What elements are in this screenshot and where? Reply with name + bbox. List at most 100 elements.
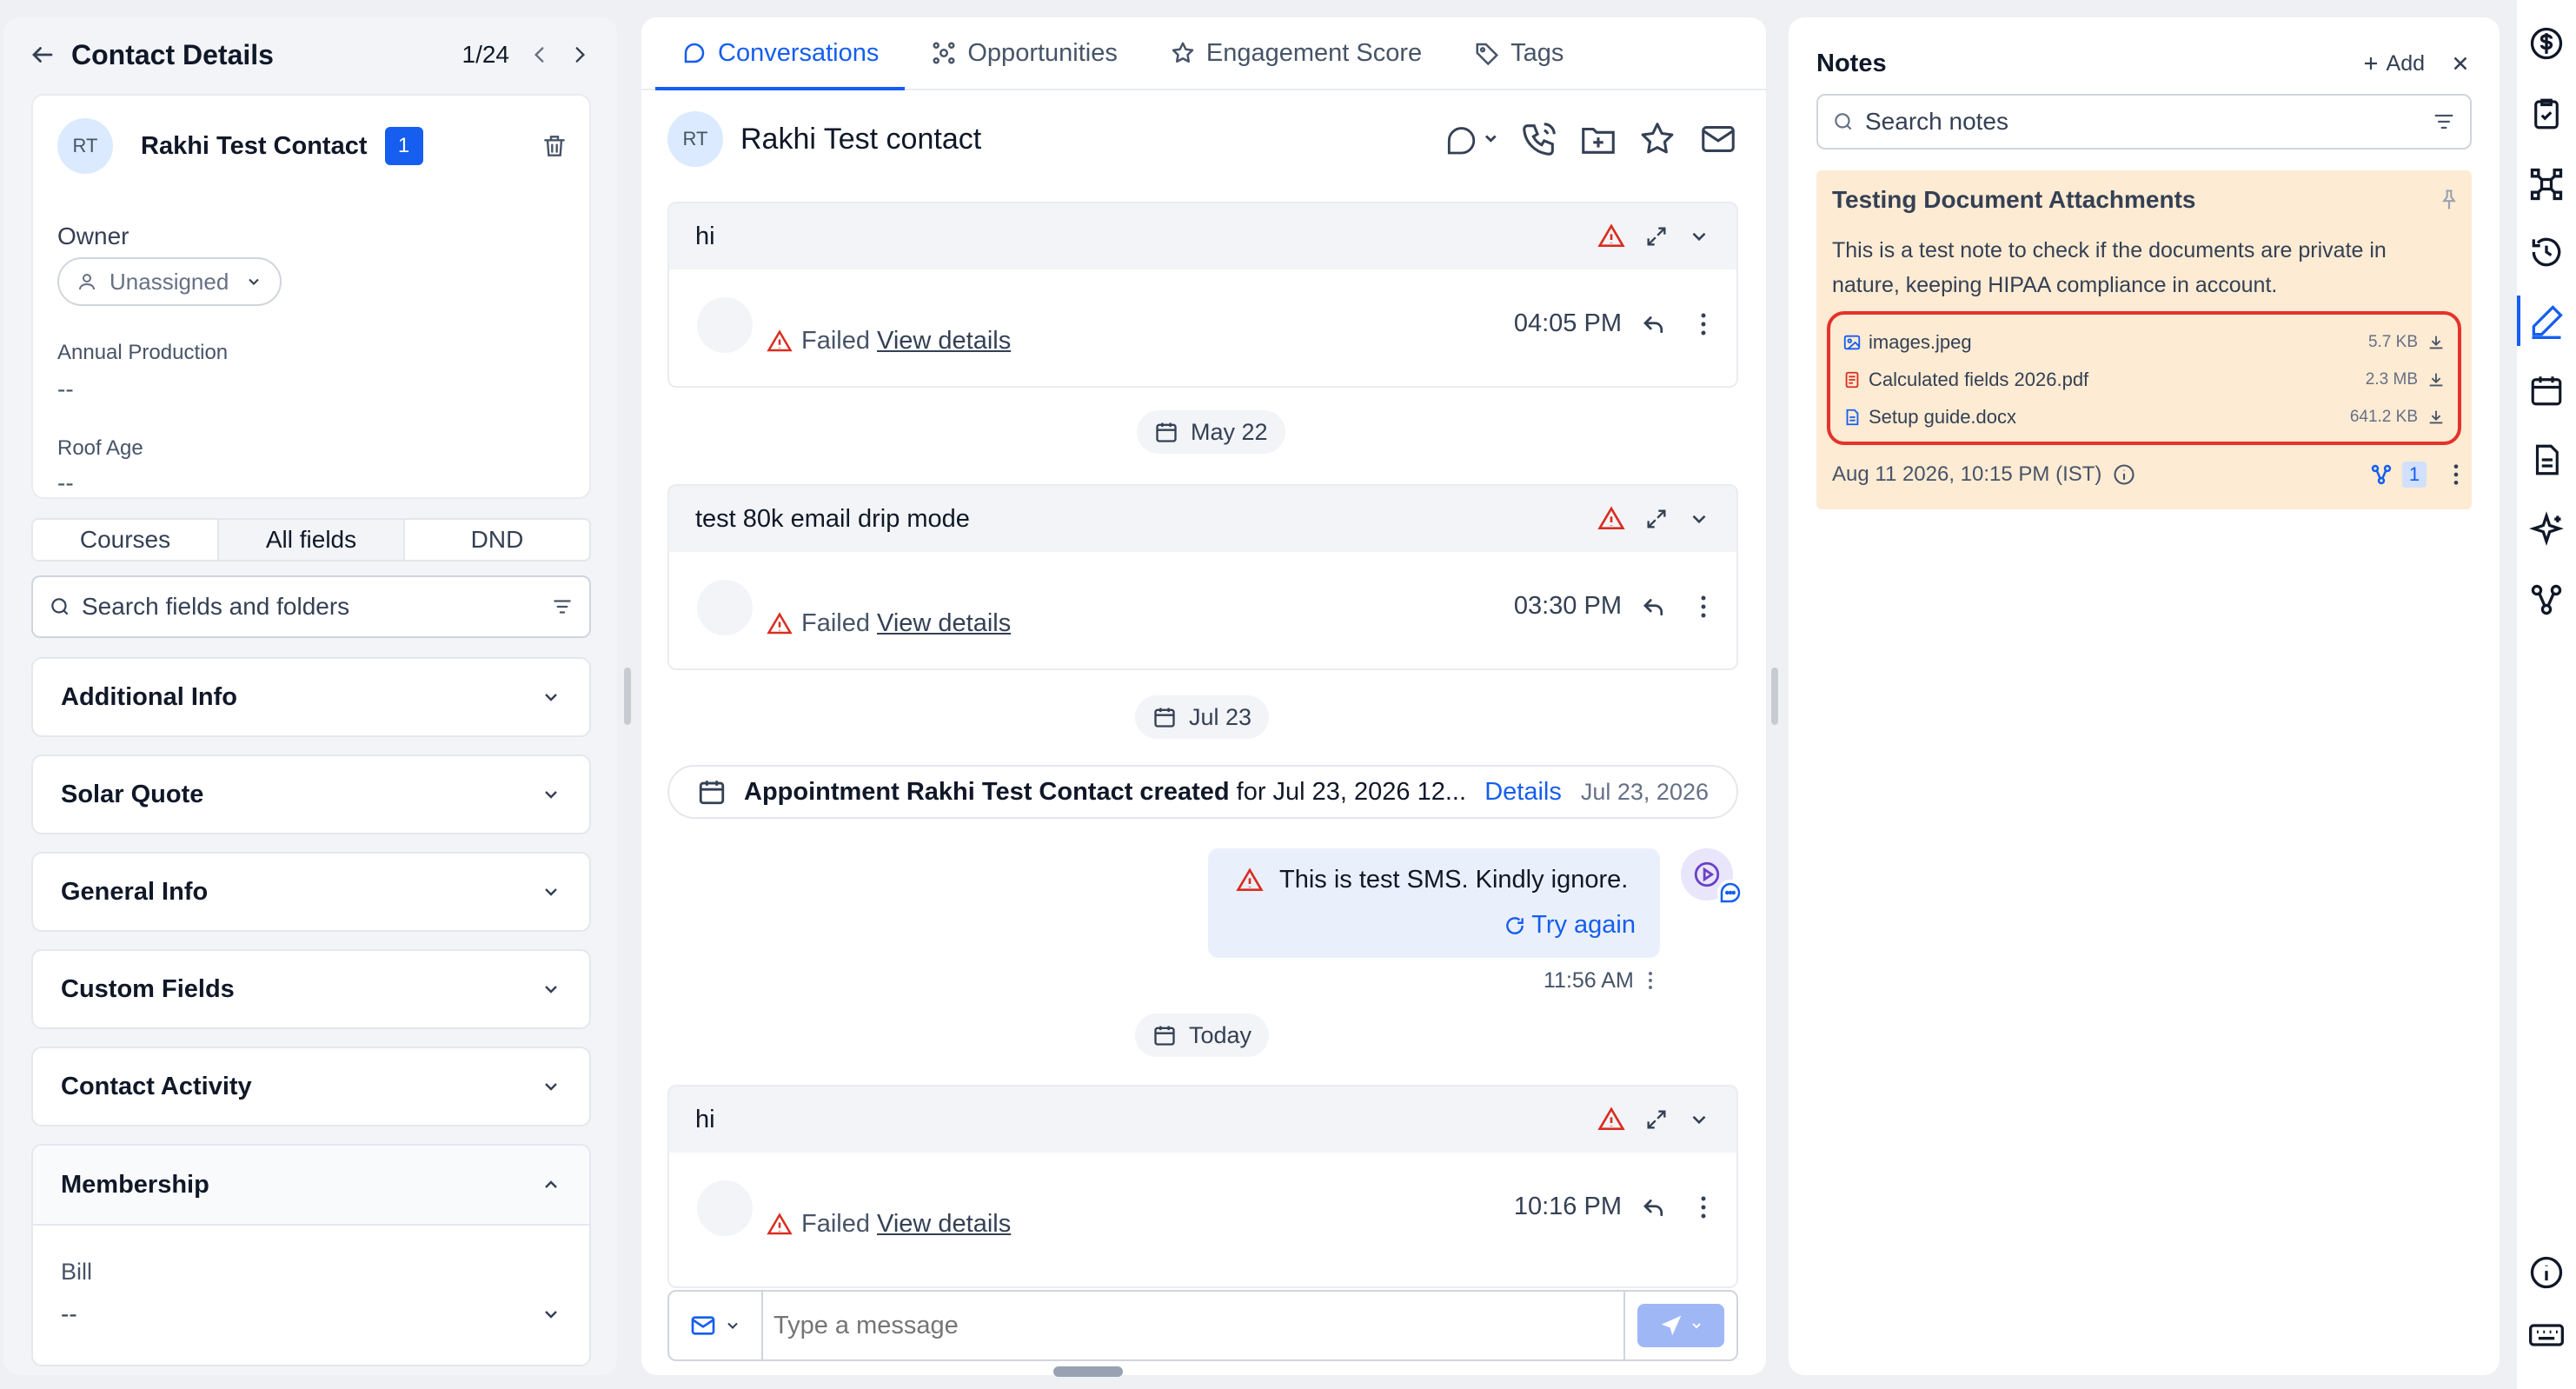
section-contact-activity[interactable]: Contact Activity <box>31 1047 591 1126</box>
attachment-item[interactable]: images.jpeg 5.7 KB <box>1842 323 2446 361</box>
chevron-down-icon <box>724 1317 741 1334</box>
message-header[interactable]: hi <box>669 203 1736 269</box>
workflow-count-badge: 1 <box>2402 462 2427 488</box>
view-details-link[interactable]: View details <box>877 327 1011 356</box>
reply-icon[interactable] <box>1641 594 1667 620</box>
try-again-label: Try again <box>1531 911 1636 939</box>
rail-notes[interactable] <box>2517 296 2576 346</box>
chevron-down-icon[interactable] <box>1688 1108 1710 1131</box>
chevron-down-icon[interactable] <box>1688 225 1710 248</box>
more-vertical-icon[interactable] <box>1700 1194 1707 1220</box>
back-arrow-icon[interactable] <box>30 42 56 68</box>
rail-tasks[interactable] <box>2517 96 2576 132</box>
expand-icon[interactable] <box>1644 1107 1669 1132</box>
segment-dnd[interactable]: DND <box>405 520 589 560</box>
fields-search-input[interactable]: Search fields and folders <box>31 575 591 638</box>
tab-opportunities[interactable]: Opportunities <box>905 17 1144 89</box>
date-separator: Jul 23 <box>1135 695 1270 739</box>
pdf-file-icon <box>1842 370 1862 389</box>
more-vertical-icon[interactable] <box>1700 311 1707 337</box>
notes-search-input[interactable]: Search notes <box>1816 94 2472 150</box>
close-icon[interactable] <box>2449 52 2472 75</box>
rail-documents[interactable] <box>2517 442 2576 478</box>
tab-label: Opportunities <box>967 38 1118 67</box>
download-icon[interactable] <box>2427 408 2446 427</box>
rail-keyboard[interactable] <box>2517 1316 2576 1354</box>
warning-icon <box>1597 1106 1625 1133</box>
warning-icon <box>1597 505 1625 533</box>
pin-icon[interactable] <box>2437 188 2461 212</box>
download-icon[interactable] <box>2427 333 2446 352</box>
rail-ai-sparkle[interactable] <box>2517 511 2576 549</box>
field-value[interactable]: -- <box>57 375 74 403</box>
more-vertical-icon[interactable] <box>1700 594 1707 620</box>
section-general-info[interactable]: General Info <box>31 852 591 932</box>
reply-icon[interactable] <box>1641 311 1667 337</box>
warning-icon <box>1236 867 1264 894</box>
view-details-link[interactable]: View details <box>877 609 1011 638</box>
resize-handle[interactable] <box>624 668 631 725</box>
segment-courses[interactable]: Courses <box>33 520 219 560</box>
composer-channel-select[interactable] <box>669 1292 763 1359</box>
bill-select[interactable]: -- <box>61 1300 561 1328</box>
add-note-button[interactable]: Add <box>2360 51 2425 76</box>
attachment-item[interactable]: Calculated fields 2026.pdf 2.3 MB <box>1842 361 2446 398</box>
rail-payments[interactable] <box>2517 24 2576 63</box>
rail-info[interactable] <box>2517 1253 2576 1292</box>
section-additional-info[interactable]: Additional Info <box>31 657 591 737</box>
send-button[interactable] <box>1623 1292 1736 1359</box>
chevron-down-icon <box>541 784 561 805</box>
date-separator: May 22 <box>1137 410 1285 454</box>
workflow-icon[interactable] <box>2369 462 2393 487</box>
section-custom-fields[interactable]: Custom Fields <box>31 949 591 1029</box>
field-value[interactable]: -- <box>57 469 74 497</box>
tab-conversations[interactable]: Conversations <box>655 17 906 90</box>
expand-icon[interactable] <box>1644 224 1669 249</box>
right-icon-rail <box>2517 0 2576 1389</box>
message-composer <box>667 1290 1738 1361</box>
opportunities-icon <box>931 40 957 66</box>
chevron-left-icon[interactable] <box>528 43 551 66</box>
resize-handle[interactable] <box>1771 668 1778 725</box>
more-vertical-icon[interactable] <box>1648 970 1653 991</box>
tab-tags[interactable]: Tags <box>1448 17 1590 89</box>
note-card[interactable]: Testing Document Attachments This is a t… <box>1816 170 2472 509</box>
trash-icon[interactable] <box>541 132 568 160</box>
segment-all-fields[interactable]: All fields <box>219 520 405 560</box>
reply-icon[interactable] <box>1641 1194 1667 1220</box>
phone-call-icon[interactable] <box>1519 119 1559 159</box>
channel-selector[interactable] <box>1444 119 1500 159</box>
rail-history[interactable] <box>2517 233 2576 271</box>
chevron-down-icon[interactable] <box>1688 508 1710 530</box>
field-label: Annual Production <box>57 341 229 364</box>
contact-details-header: Contact Details 1/24 <box>30 33 591 76</box>
try-again-button[interactable]: Try again <box>1504 911 1636 940</box>
filter-icon[interactable] <box>2432 110 2456 134</box>
appointment-details-link[interactable]: Details <box>1484 778 1562 807</box>
more-vertical-icon[interactable] <box>2453 462 2460 487</box>
search-icon <box>1832 110 1855 133</box>
message-input[interactable] <box>763 1292 1623 1359</box>
sender-avatar <box>697 580 753 635</box>
chevron-right-icon[interactable] <box>568 43 591 66</box>
filter-icon[interactable] <box>551 595 574 618</box>
tab-engagement-score[interactable]: Engagement Score <box>1144 17 1448 89</box>
star-icon[interactable] <box>1637 119 1677 159</box>
membership-header[interactable]: Membership <box>33 1146 589 1226</box>
folder-add-icon[interactable] <box>1578 119 1618 159</box>
rail-automation[interactable] <box>2517 165 2576 203</box>
calendar-icon <box>1154 420 1178 444</box>
mail-icon[interactable] <box>1696 119 1740 159</box>
owner-select[interactable]: Unassigned <box>57 257 282 306</box>
expand-icon[interactable] <box>1644 507 1669 531</box>
message-header[interactable]: test 80k email drip mode <box>669 486 1736 552</box>
attachment-item[interactable]: Setup guide.docx 641.2 KB <box>1842 398 2446 435</box>
rail-workflow[interactable] <box>2517 581 2576 619</box>
rail-calendar[interactable] <box>2517 372 2576 409</box>
download-icon[interactable] <box>2427 370 2446 389</box>
info-icon[interactable] <box>2112 462 2369 487</box>
message-header[interactable]: hi <box>669 1087 1736 1153</box>
section-solar-quote[interactable]: Solar Quote <box>31 754 591 834</box>
view-details-link[interactable]: View details <box>877 1210 1011 1239</box>
panel-drag-handle[interactable] <box>1053 1366 1123 1377</box>
